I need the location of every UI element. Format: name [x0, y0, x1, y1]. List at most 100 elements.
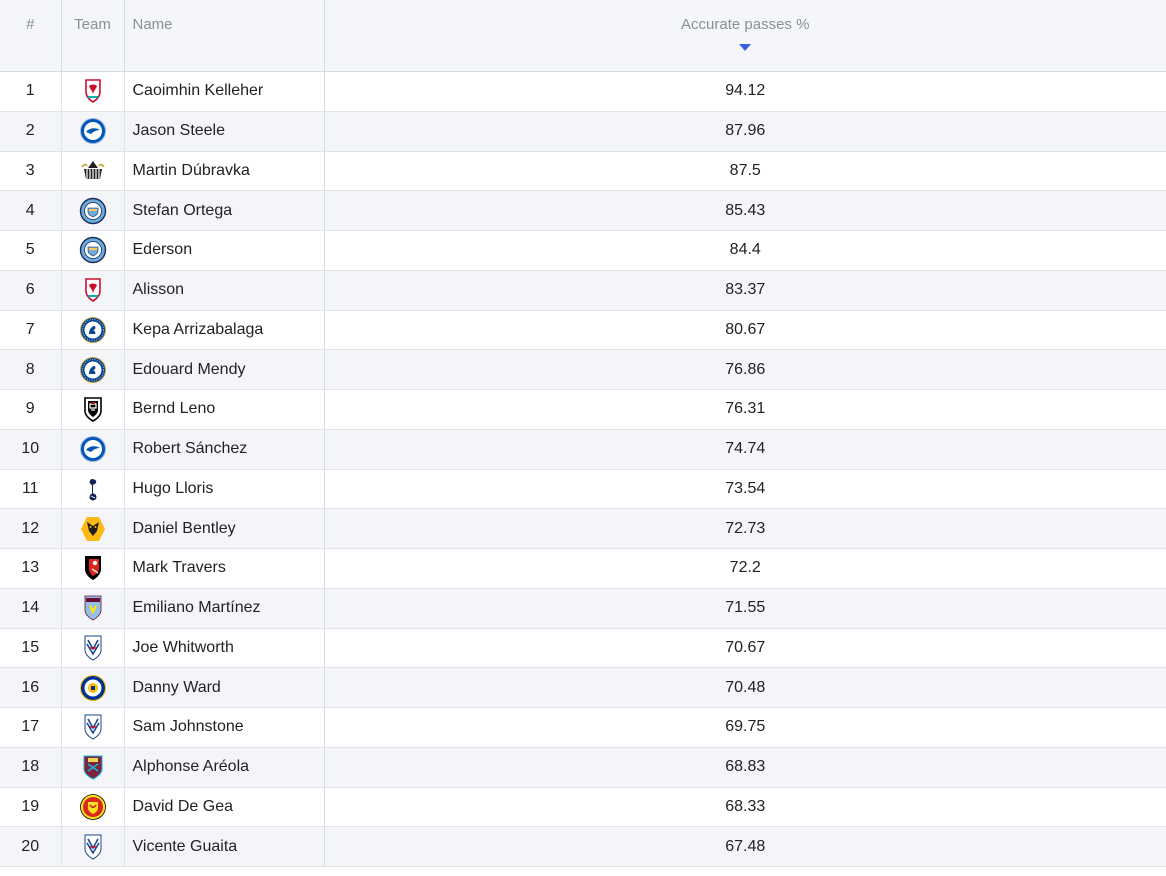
table-row[interactable]: 19 David De Gea 68.33 — [0, 787, 1166, 828]
rank-cell: 18 — [0, 747, 62, 788]
table-row[interactable]: 1 Caoimhin Kelleher 94.12 — [0, 71, 1166, 112]
table-row[interactable]: 3 Martin Dúbravka 87.5 — [0, 151, 1166, 192]
accurate-passes-cell: 72.2 — [324, 548, 1166, 589]
team-cell — [61, 190, 125, 231]
team-cell — [61, 151, 125, 192]
chelsea-crest-icon — [79, 316, 107, 344]
rank-cell: 1 — [0, 71, 62, 112]
accurate-passes-cell: 70.67 — [324, 628, 1166, 669]
name-column-header[interactable]: Name — [124, 0, 325, 72]
player-name-cell[interactable]: Ederson — [124, 230, 325, 271]
rank-cell: 6 — [0, 270, 62, 311]
player-name-cell[interactable]: Caoimhin Kelleher — [124, 71, 325, 112]
chelsea-crest-icon — [79, 356, 107, 384]
rank-cell: 17 — [0, 707, 62, 748]
rank-cell: 4 — [0, 190, 62, 231]
player-name-cell[interactable]: Alisson — [124, 270, 325, 311]
accurate-passes-cell: 87.96 — [324, 111, 1166, 152]
player-name-cell[interactable]: Joe Whitworth — [124, 628, 325, 669]
rank-cell: 8 — [0, 349, 62, 390]
team-cell — [61, 389, 125, 430]
rank-cell: 12 — [0, 508, 62, 549]
rank-cell: 2 — [0, 111, 62, 152]
table-row[interactable]: 10 Robert Sánchez 74.74 — [0, 429, 1166, 470]
table-row[interactable]: 15 Joe Whitworth 70.67 — [0, 628, 1166, 669]
player-name-cell[interactable]: Emiliano Martínez — [124, 588, 325, 629]
accurate-passes-cell: 84.4 — [324, 230, 1166, 271]
player-name-cell[interactable]: Vicente Guaita — [124, 826, 325, 867]
rank-column-header[interactable]: # — [0, 0, 62, 72]
player-name-cell[interactable]: Martin Dúbravka — [124, 151, 325, 192]
table-row[interactable]: 7 Kepa Arrizabalaga 80.67 — [0, 310, 1166, 351]
rank-cell: 20 — [0, 826, 62, 867]
team-header-label: Team — [74, 16, 111, 33]
fulham-crest-icon — [79, 395, 107, 423]
table-row[interactable]: 6 Alisson 83.37 — [0, 270, 1166, 311]
wolves-crest-icon — [79, 515, 107, 543]
rank-header-label: # — [26, 16, 35, 33]
table-row[interactable]: 18 Alphonse Aréola 68.83 — [0, 747, 1166, 788]
sort-descending-icon[interactable] — [739, 44, 752, 51]
accurate-passes-cell: 85.43 — [324, 190, 1166, 231]
table-row[interactable]: 8 Edouard Mendy 76.86 — [0, 349, 1166, 390]
table-row[interactable]: 16 Danny Ward 70.48 — [0, 667, 1166, 708]
accurate-passes-cell: 80.67 — [324, 310, 1166, 351]
player-name-cell[interactable]: Alphonse Aréola — [124, 747, 325, 788]
accurate-passes-cell: 70.48 — [324, 667, 1166, 708]
crystal-palace-crest-icon — [79, 713, 107, 741]
team-cell — [61, 429, 125, 470]
liverpool-crest-icon — [79, 77, 107, 105]
table-row[interactable]: 14 Emiliano Martínez 71.55 — [0, 588, 1166, 629]
team-column-header[interactable]: Team — [61, 0, 125, 72]
team-cell — [61, 548, 125, 589]
rank-cell: 3 — [0, 151, 62, 192]
accurate-passes-cell: 83.37 — [324, 270, 1166, 311]
table-row[interactable]: 2 Jason Steele 87.96 — [0, 111, 1166, 152]
brighton-crest-icon — [79, 117, 107, 145]
table-row[interactable]: 17 Sam Johnstone 69.75 — [0, 707, 1166, 748]
player-name-cell[interactable]: Sam Johnstone — [124, 707, 325, 748]
table-row[interactable]: 12 Daniel Bentley 72.73 — [0, 508, 1166, 549]
man-united-crest-icon — [79, 793, 107, 821]
player-name-cell[interactable]: Bernd Leno — [124, 389, 325, 430]
player-name-cell[interactable]: Mark Travers — [124, 548, 325, 589]
accurate-passes-cell: 68.83 — [324, 747, 1166, 788]
aston-villa-crest-icon — [79, 594, 107, 622]
player-name-cell[interactable]: Jason Steele — [124, 111, 325, 152]
header-row: # Team Name Accurate passes % — [0, 0, 1166, 72]
player-name-cell[interactable]: Danny Ward — [124, 667, 325, 708]
table-row[interactable]: 4 Stefan Ortega 85.43 — [0, 190, 1166, 231]
man-city-crest-icon — [79, 197, 107, 225]
team-cell — [61, 230, 125, 271]
table-row[interactable]: 5 Ederson 84.4 — [0, 230, 1166, 271]
accurate-passes-column-header[interactable]: Accurate passes % — [324, 0, 1166, 72]
man-city-crest-icon — [79, 236, 107, 264]
table-row[interactable]: 20 Vicente Guaita 67.48 — [0, 826, 1166, 867]
newcastle-crest-icon — [79, 157, 107, 185]
team-cell — [61, 667, 125, 708]
team-cell — [61, 508, 125, 549]
team-cell — [61, 270, 125, 311]
table-body: 1 Caoimhin Kelleher 94.12 2 Jason Steele 87.9… — [0, 71, 1166, 867]
liverpool-crest-icon — [79, 276, 107, 304]
player-name-cell[interactable]: Robert Sánchez — [124, 429, 325, 470]
table-row[interactable]: 11 Hugo Lloris 73.54 — [0, 469, 1166, 510]
player-name-cell[interactable]: Kepa Arrizabalaga — [124, 310, 325, 351]
accurate-passes-cell: 76.31 — [324, 389, 1166, 430]
player-name-cell[interactable]: Hugo Lloris — [124, 469, 325, 510]
team-cell — [61, 111, 125, 152]
team-cell — [61, 71, 125, 112]
name-header-label: Name — [132, 16, 173, 33]
team-cell — [61, 826, 125, 867]
player-name-cell[interactable]: Edouard Mendy — [124, 349, 325, 390]
table-row[interactable]: 13 Mark Travers 72.2 — [0, 548, 1166, 589]
accurate-passes-cell: 87.5 — [324, 151, 1166, 192]
table-row[interactable]: 9 Bernd Leno 76.31 — [0, 389, 1166, 430]
player-name-cell[interactable]: David De Gea — [124, 787, 325, 828]
player-name-cell[interactable]: Stefan Ortega — [124, 190, 325, 231]
accurate-passes-cell: 73.54 — [324, 469, 1166, 510]
bournemouth-crest-icon — [79, 554, 107, 582]
player-name-cell[interactable]: Daniel Bentley — [124, 508, 325, 549]
crystal-palace-crest-icon — [79, 634, 107, 662]
team-cell — [61, 628, 125, 669]
